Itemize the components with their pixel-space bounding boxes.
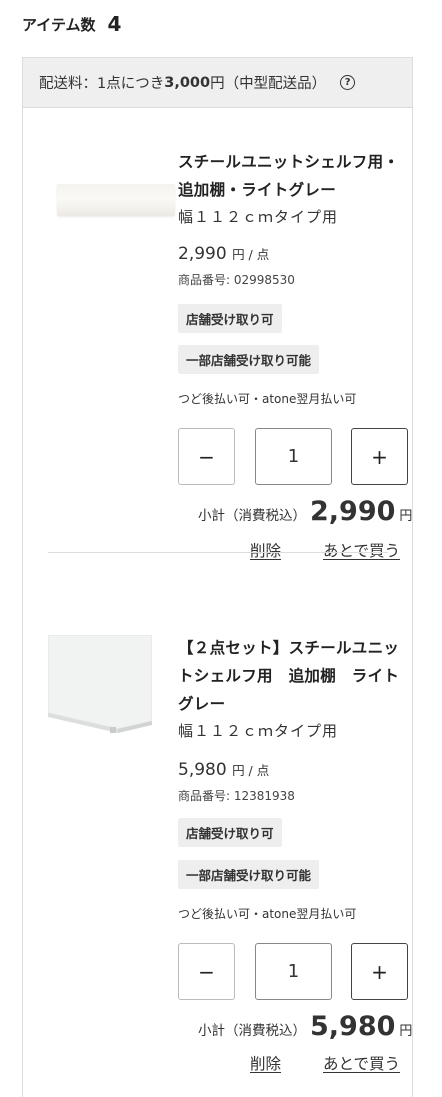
store-pickup-badge: 店舗受け取り可: [178, 304, 282, 333]
product-sku: 商品番号: 12381938: [178, 789, 295, 803]
subtotal-row: 小計（消費税込） 2,990 円: [198, 496, 412, 527]
quantity-input[interactable]: [255, 943, 332, 1000]
save-for-later-link[interactable]: あとで買う: [323, 1052, 400, 1074]
subtotal-unit: 円: [399, 1024, 413, 1039]
question-circle-icon[interactable]: ?: [340, 75, 356, 90]
payment-options: つど後払い可・atone翌月払い可: [178, 392, 357, 406]
item-count-value: 4: [107, 12, 122, 36]
quantity-increase-button[interactable]: +: [351, 943, 408, 1000]
partial-store-pickup-badge: 一部店舗受け取り可能: [178, 860, 320, 889]
product-variant: 幅１１２ｃｍタイプ用: [178, 208, 339, 226]
shipping-fee-amount: 3,000: [164, 74, 211, 91]
price-value: 2,990: [178, 244, 227, 264]
product-price: 2,990 円 / 点: [178, 244, 269, 264]
payment-options: つど後払い可・atone翌月払い可: [178, 907, 357, 921]
product-sku: 商品番号: 02998530: [178, 273, 295, 287]
subtotal-unit: 円: [399, 509, 413, 524]
shipping-fee-prefix: 配送料：1点につき: [39, 76, 165, 92]
product-title[interactable]: 【２点セット】スチールユニットシェルフ用 追加棚 ライトグレー: [178, 634, 410, 718]
price-unit: 円 / 点: [232, 763, 270, 778]
cart-item-info: スチールユニットシェルフ用・追加棚・ライトグレー 幅１１２ｃｍタイプ用: [178, 148, 410, 228]
subtotal-label: 小計（消費税込）: [198, 1023, 306, 1039]
item-divider: [48, 552, 388, 553]
item-count-header: アイテム数 4: [22, 8, 121, 40]
shipping-fee-bar: 配送料：1点につき 3,000 円（中型配送品） ?: [23, 58, 412, 108]
quantity-input[interactable]: [255, 428, 332, 485]
store-pickup-badge: 店舗受け取り可: [178, 818, 282, 847]
product-variant: 幅１１２ｃｍタイプ用: [178, 722, 339, 740]
subtotal-row: 小計（消費税込） 5,980 円: [198, 1011, 412, 1042]
cart-item-info: 【２点セット】スチールユニットシェルフ用 追加棚 ライトグレー 幅１１２ｃｍタイ…: [178, 634, 410, 742]
shipping-fee-suffix: 円（中型配送品）: [210, 76, 327, 92]
quantity-decrease-button[interactable]: −: [178, 943, 235, 1000]
subtotal-label: 小計（消費税込）: [198, 508, 306, 524]
subtotal-value: 2,990: [310, 496, 396, 527]
delete-link[interactable]: 削除: [250, 539, 281, 561]
save-for-later-link[interactable]: あとで買う: [323, 539, 400, 561]
quantity-increase-button[interactable]: +: [351, 428, 408, 485]
product-thumbnail[interactable]: [57, 184, 175, 216]
item-count-label: アイテム数: [22, 15, 96, 34]
product-price: 5,980 円 / 点: [178, 760, 269, 780]
product-thumbnail[interactable]: [48, 635, 152, 741]
quantity-decrease-button[interactable]: −: [178, 428, 235, 485]
subtotal-value: 5,980: [310, 1011, 396, 1042]
delete-link[interactable]: 削除: [250, 1052, 281, 1074]
price-value: 5,980: [178, 760, 227, 780]
price-unit: 円 / 点: [232, 247, 270, 262]
product-title[interactable]: スチールユニットシェルフ用・追加棚・ライトグレー: [178, 148, 410, 204]
partial-store-pickup-badge: 一部店舗受け取り可能: [178, 345, 320, 374]
